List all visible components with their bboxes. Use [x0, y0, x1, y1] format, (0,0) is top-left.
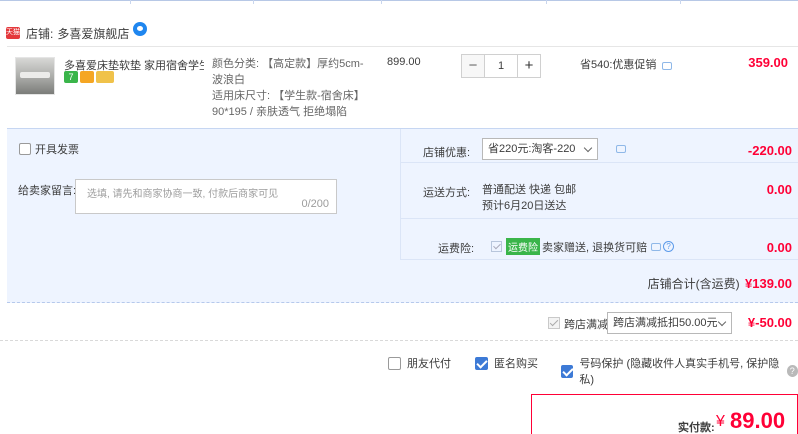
- product-thumbnail[interactable]: [15, 57, 55, 95]
- shop-header: 天猫 店铺: 多喜爱旗舰店: [0, 22, 798, 44]
- quantity-minus-button[interactable]: −: [461, 54, 485, 78]
- chat-icon[interactable]: [662, 62, 673, 70]
- insurance-label: 运费险:: [438, 243, 475, 255]
- payment-currency: ¥: [716, 413, 725, 430]
- shipping-label: 运送方式:: [423, 187, 471, 199]
- shipping-eta: 预计6月20日送达: [482, 200, 567, 212]
- shop-discount-select[interactable]: 省220元:淘客-220: [482, 138, 598, 160]
- cross-store-select[interactable]: 跨店满减抵扣50.00元: [607, 312, 732, 334]
- insurance-tag: 运费险: [506, 238, 540, 255]
- insurance-row: 运费险: 运费险 卖家赠送, 退换货可赔 ? 0.00: [401, 220, 798, 260]
- cross-store-value: ¥-50.00: [747, 315, 792, 330]
- top-divider: [0, 0, 798, 4]
- shipping-info: 普通配送 快递 包邮 预计6月20日送达: [482, 182, 576, 214]
- anonymous-label: 匿名购买: [494, 358, 538, 370]
- order-options-row: 朋友代付 匿名购买 号码保护 (隐藏收件人真实手机号, 保护隐私) ?: [0, 342, 798, 387]
- message-counter: 0/200: [301, 198, 329, 210]
- shipping-row: 运送方式: 普通配送 快递 包邮 预计6月20日送达 0.00: [401, 164, 798, 219]
- friend-pay-checkbox[interactable]: [388, 356, 401, 370]
- quantity-plus-button[interactable]: +: [517, 54, 541, 78]
- payment-label: 实付款:: [678, 422, 715, 434]
- chevron-down-icon: [583, 143, 593, 153]
- anonymous-option[interactable]: 匿名购买: [475, 355, 538, 371]
- insurance-checkbox[interactable]: [491, 241, 502, 252]
- chevron-down-icon: [717, 317, 727, 327]
- shop-name-link[interactable]: 多喜爱旗舰店: [57, 25, 129, 42]
- credit-card-icon: [96, 71, 114, 83]
- cross-store-checkbox[interactable]: [548, 317, 560, 329]
- number-protect-checkbox[interactable]: [561, 364, 574, 378]
- sku-color-line1: 颜色分类: 【高定款】厚约5cm-: [212, 58, 364, 70]
- shop-discount-row: 店铺优惠: 省220元:淘客-220 -220.00: [401, 129, 798, 163]
- shop-total: 店铺合计(含运费) ¥139.00: [648, 275, 792, 292]
- promotion-text: 省540:优惠促销: [580, 59, 657, 71]
- quantity-input[interactable]: 1: [485, 54, 517, 78]
- left-options: 开具发票 给卖家留言: 选填, 请先和商家协商一致, 付款后商家可见 0/200: [7, 129, 401, 260]
- order-item: 多喜爱床垫软垫 家用宿舍学生... 7 颜色分类: 【高定款】厚约5cm- 波浪…: [7, 46, 798, 128]
- unit-price: 899.00: [387, 56, 421, 68]
- order-options-panel: 开具发票 给卖家留言: 选填, 请先和商家协商一致, 付款后商家可见 0/200…: [7, 128, 798, 303]
- sku-size-line1: 适用床尺寸: 【学生款-宿舍床】: [212, 90, 365, 102]
- insurance-value: 0.00: [766, 240, 792, 255]
- payment-summary: 实付款: ¥ 89.00: [531, 394, 798, 434]
- quantity-stepper: − 1 +: [461, 54, 541, 78]
- shop-discount-value: -220.00: [747, 143, 792, 158]
- wangwang-icon[interactable]: [133, 22, 148, 36]
- payment-amount: 89.00: [730, 408, 786, 433]
- message-placeholder: 选填, 请先和商家协商一致, 付款后商家可见: [87, 189, 279, 200]
- chat-icon[interactable]: [616, 145, 626, 153]
- shop-discount-label: 店铺优惠:: [423, 147, 471, 159]
- sku-info: 颜色分类: 【高定款】厚约5cm- 波浪白 适用床尺寸: 【学生款-宿舍床】 9…: [212, 56, 372, 120]
- chat-icon[interactable]: [651, 242, 662, 251]
- help-icon[interactable]: ?: [663, 241, 675, 252]
- sku-color-line2: 波浪白: [212, 74, 245, 86]
- friend-pay-option[interactable]: 朋友代付: [388, 355, 451, 371]
- message-label: 给卖家留言:: [18, 185, 77, 197]
- shop-label: 店铺:: [26, 26, 54, 41]
- friend-pay-label: 朋友代付: [407, 358, 451, 370]
- number-protect-label: 号码保护 (隐藏收件人真实手机号, 保护隐私): [579, 358, 780, 386]
- invoice-checkbox[interactable]: [19, 143, 31, 155]
- invoice-label: 开具发票: [35, 144, 79, 156]
- shipping-method: 普通配送 快递 包邮: [482, 184, 577, 196]
- shop-total-label: 店铺合计(含运费): [647, 277, 740, 291]
- shop-total-value: ¥139.00: [745, 276, 792, 291]
- promotion-info: 省540:优惠促销: [580, 56, 673, 72]
- anonymous-checkbox[interactable]: [475, 356, 488, 370]
- guarantee-icon: [80, 71, 94, 83]
- shipping-value: 0.00: [766, 182, 792, 197]
- sku-size-line2: 90*195 / 亲肤透气 拒绝塌陷: [212, 106, 348, 118]
- shop-discount-selected: 省220元:淘客-220: [488, 143, 576, 155]
- cross-store-label: 跨店满减: [564, 319, 608, 331]
- insurance-text: 卖家赠送, 退换货可赔: [542, 241, 648, 254]
- insurance-option: 运费险 卖家赠送, 退换货可赔 ?: [491, 238, 675, 255]
- item-subtotal: 359.00: [748, 55, 788, 70]
- tmall-badge-icon: 天猫: [6, 27, 20, 39]
- invoice-option[interactable]: 开具发票: [19, 141, 79, 157]
- number-protect-option[interactable]: 号码保护 (隐藏收件人真实手机号, 保护隐私) ?: [561, 355, 798, 387]
- message-input[interactable]: 选填, 请先和商家协商一致, 付款后商家可见 0/200: [75, 179, 337, 214]
- service-badges: 7: [64, 71, 114, 83]
- cross-store-selected: 跨店满减抵扣50.00元: [613, 317, 718, 329]
- seven-day-return-icon: 7: [64, 71, 78, 83]
- cross-store-discount-row: 跨店满减 跨店满减抵扣50.00元 ¥-50.00: [0, 305, 798, 341]
- help-icon[interactable]: ?: [786, 365, 798, 377]
